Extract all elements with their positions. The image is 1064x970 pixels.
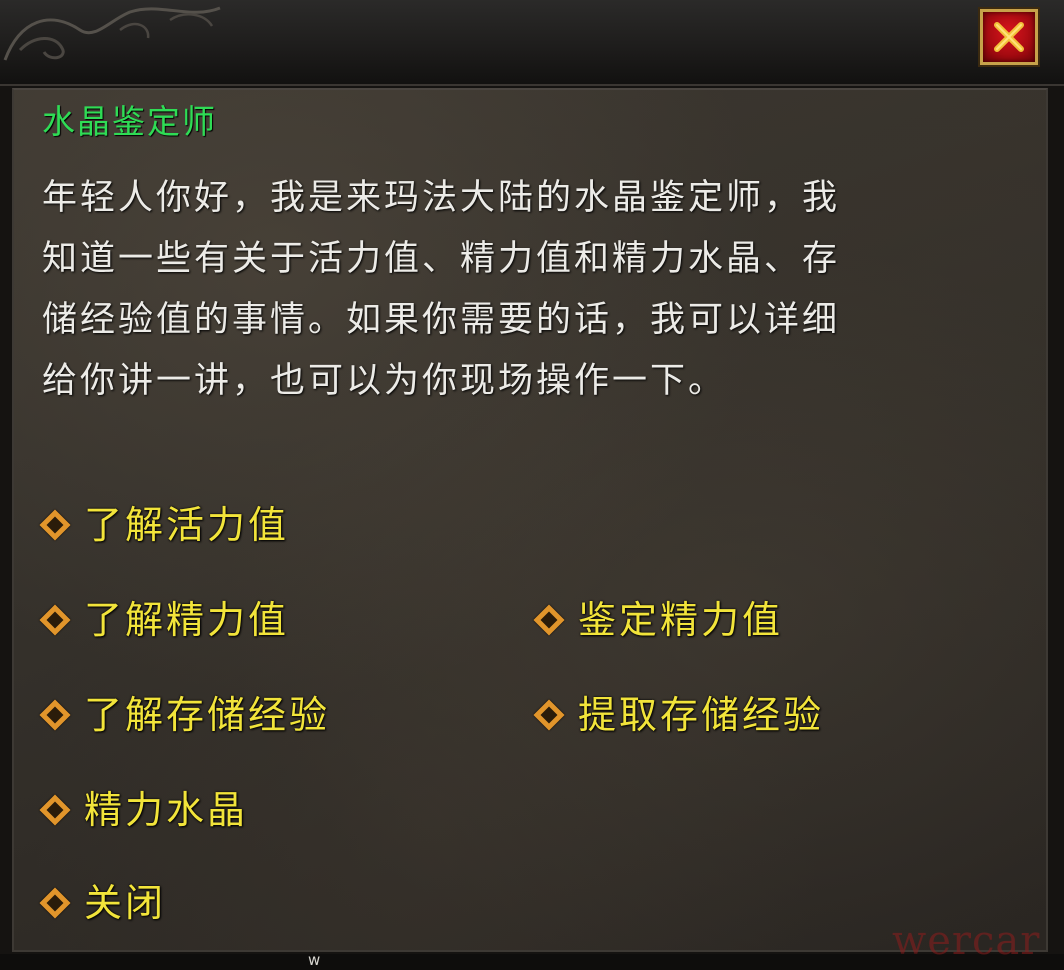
close-x-icon [994,22,1024,52]
diamond-bullet-icon [533,699,565,731]
option-label: 关闭 [84,881,167,925]
diamond-bullet-icon [39,699,71,731]
close-button[interactable] [980,9,1038,65]
option-learn-vitality[interactable]: 了解活力值 [34,500,289,550]
diamond-bullet-icon [39,794,71,826]
title-bar [0,0,1064,86]
diamond-bullet-icon [39,604,71,636]
option-learn-energy[interactable]: 了解精力值 [34,595,289,645]
dialog-line: 给你讲一讲，也可以为你现场操作一下。 [42,361,727,401]
diamond-bullet-icon [39,509,71,541]
option-energy-crystal[interactable]: 精力水晶 [34,785,248,835]
dialog-line: 储经验值的事情。如果你需要的话，我可以详细 [42,300,841,340]
option-close[interactable]: 关闭 [34,878,166,928]
option-label: 了解存储经验 [84,693,331,737]
ornament-decoration [3,6,221,61]
option-label: 精力水晶 [84,788,249,832]
option-label: 了解活力值 [84,503,290,547]
option-label: 鉴定精力值 [578,598,784,642]
diamond-bullet-icon [533,604,565,636]
bottom-mark: w [308,951,321,969]
dialog-line: 知道一些有关于活力值、精力值和精力水晶、存 [42,239,841,279]
option-appraise-energy[interactable]: 鉴定精力值 [528,595,783,645]
npc-dialog-window: 水晶鉴定师 年轻人你好，我是来玛法大陆的水晶鉴定师，我 知道一些有关于活力值、精… [0,0,1064,970]
option-extract-stored-exp[interactable]: 提取存储经验 [528,690,824,740]
dialog-text: 年轻人你好，我是来玛法大陆的水晶鉴定师，我 知道一些有关于活力值、精力值和精力水… [42,168,1012,412]
option-label: 了解精力值 [84,598,290,642]
npc-name: 水晶鉴定师 [42,102,217,141]
option-label: 提取存储经验 [578,693,825,737]
watermark: wercar [892,918,1041,964]
option-learn-stored-exp[interactable]: 了解存储经验 [34,690,330,740]
diamond-bullet-icon [39,887,71,919]
dialog-panel: 水晶鉴定师 年轻人你好，我是来玛法大陆的水晶鉴定师，我 知道一些有关于活力值、精… [12,88,1048,952]
dialog-line: 年轻人你好，我是来玛法大陆的水晶鉴定师，我 [42,178,841,218]
